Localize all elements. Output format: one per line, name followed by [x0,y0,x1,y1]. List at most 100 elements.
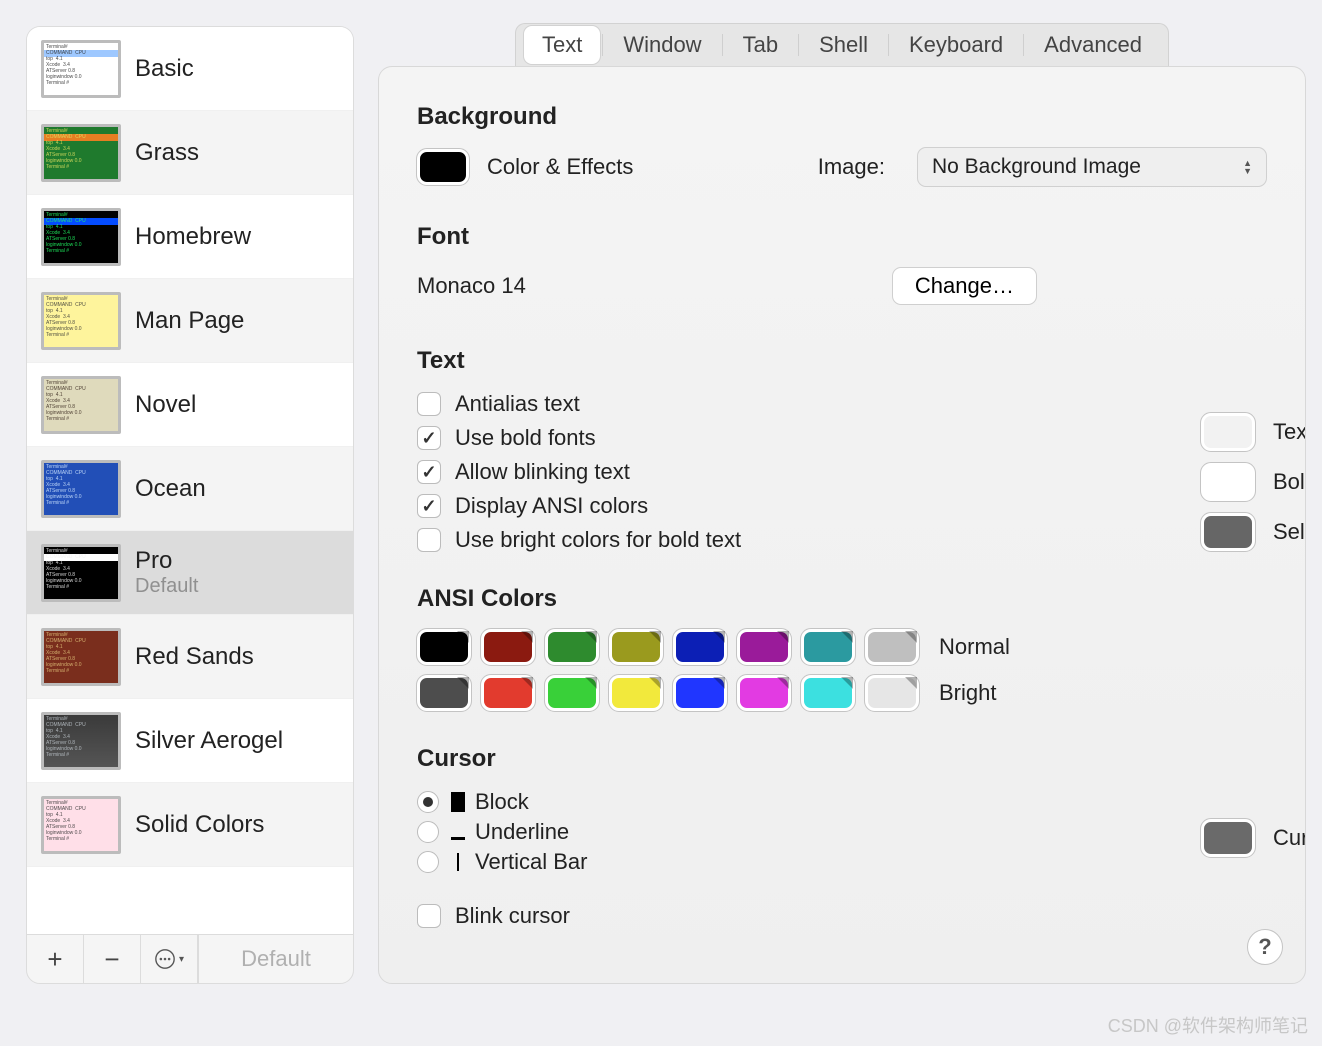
profile-name: Man Page [135,307,244,335]
profile-sublabel: Default [135,575,198,598]
cursor-color-well[interactable] [1201,819,1255,857]
chevron-down-icon: ▾ [179,954,184,965]
cursor-radio-label: Underline [475,819,569,845]
editable-corner-icon [841,677,853,689]
profile-actions-menu[interactable]: ▾ [141,935,198,983]
cursor-radio-underline[interactable]: Underline [417,819,1267,845]
ansi-color-well[interactable] [673,675,727,711]
tabbar: TextWindowTabShellKeyboardAdvanced [378,26,1306,66]
editable-corner-icon [713,677,725,689]
profile-thumbnail [41,376,121,434]
ansi-color-well[interactable] [481,675,535,711]
radio-button[interactable] [417,791,439,813]
cursor-radio-label: Vertical Bar [475,849,588,875]
cursor-bar-icon [451,852,465,872]
profile-thumbnail [41,712,121,770]
add-profile-button[interactable]: + [27,935,84,983]
ansi-color-well[interactable] [865,675,919,711]
ansi-color-well[interactable] [609,675,663,711]
text-color-well-text[interactable] [1201,413,1255,451]
text-color-well-bold-text[interactable] [1201,463,1255,501]
ellipsis-circle-icon [154,948,176,970]
background-color-well[interactable] [417,149,469,185]
editable-corner-icon [777,677,789,689]
tab-separator [1023,34,1024,56]
background-image-popup[interactable]: No Background Image ▲▼ [917,147,1267,187]
editable-corner-icon [457,631,469,643]
ansi-color-well[interactable] [801,629,855,665]
ansi-color-well[interactable] [417,629,471,665]
editable-corner-icon [713,631,725,643]
ansi-color-well[interactable] [545,629,599,665]
ansi-color-well[interactable] [801,675,855,711]
ansi-color-well[interactable] [865,629,919,665]
editable-corner-icon [585,677,597,689]
ansi-color-well[interactable] [481,629,535,665]
change-font-button[interactable]: Change… [892,267,1037,305]
tab-text[interactable]: Text [524,26,600,64]
profile-row-silver[interactable]: Silver Aerogel [27,699,353,783]
tab-separator [798,34,799,56]
ansi-color-well[interactable] [673,629,727,665]
profile-name: Ocean [135,475,206,503]
set-default-button[interactable]: Default [198,935,353,983]
ansi-color-well[interactable] [417,675,471,711]
remove-profile-button[interactable]: − [84,935,141,983]
text-option-checkbox[interactable] [417,426,441,450]
blink-cursor-checkbox[interactable] [417,904,441,928]
text-color-well-selection[interactable] [1201,513,1255,551]
tab-tab[interactable]: Tab [725,26,796,64]
text-option-checkbox[interactable] [417,460,441,484]
radio-button[interactable] [417,851,439,873]
cursor-radio-label: Block [475,789,529,815]
text-color-well-label: Bold Text [1273,469,1306,495]
tab-separator [888,34,889,56]
tab-keyboard[interactable]: Keyboard [891,26,1021,64]
background-image-value: No Background Image [932,155,1141,179]
tab-advanced[interactable]: Advanced [1026,26,1160,64]
cursor-block-icon [451,792,465,812]
profile-sidebar: Basic Grass Homebrew Man Page Novel Ocean ProD… [26,26,354,984]
background-well-label: Color & Effects [487,154,633,180]
text-option-checkbox[interactable] [417,392,441,416]
profile-thumbnail [41,544,121,602]
ansi-color-well[interactable] [737,629,791,665]
editable-corner-icon [777,631,789,643]
sidebar-footer: + − ▾ Default [26,934,354,984]
profile-thumbnail [41,628,121,686]
tab-window[interactable]: Window [605,26,719,64]
profile-row-ocean[interactable]: Ocean [27,447,353,531]
profile-row-grass[interactable]: Grass [27,111,353,195]
text-color-well-label: Text [1273,419,1306,445]
text-color-well-label: Selection [1273,519,1306,545]
profile-row-redsands[interactable]: Red Sands [27,615,353,699]
profile-thumbnail [41,460,121,518]
profile-row-pro[interactable]: ProDefault [27,531,353,615]
editable-corner-icon [649,631,661,643]
ansi-color-well[interactable] [545,675,599,711]
help-button[interactable]: ? [1247,929,1283,965]
text-option-checkbox[interactable] [417,528,441,552]
text-option-label: Antialias text [455,391,580,417]
profile-row-manpage[interactable]: Man Page [27,279,353,363]
editable-corner-icon [521,677,533,689]
profile-name: Homebrew [135,223,251,251]
cursor-radio-bar[interactable]: Vertical Bar [417,849,1267,875]
profile-row-basic[interactable]: Basic [27,27,353,111]
profile-row-solid[interactable]: Solid Colors [27,783,353,867]
ansi-color-well[interactable] [737,675,791,711]
section-heading-background: Background [417,103,1267,131]
tab-content-text: Background Color & Effects Image: No Bac… [378,66,1306,984]
tab-shell[interactable]: Shell [801,26,886,64]
profile-row-novel[interactable]: Novel [27,363,353,447]
text-option-checkbox[interactable] [417,494,441,518]
profile-thumbnail [41,796,121,854]
profile-name: Solid Colors [135,811,264,839]
radio-button[interactable] [417,821,439,843]
profile-thumbnail [41,40,121,98]
profile-row-homebrew[interactable]: Homebrew [27,195,353,279]
cursor-radio-block[interactable]: Block [417,789,1267,815]
section-heading-font: Font [417,223,1267,251]
ansi-color-well[interactable] [609,629,663,665]
profile-name: Grass [135,139,199,167]
